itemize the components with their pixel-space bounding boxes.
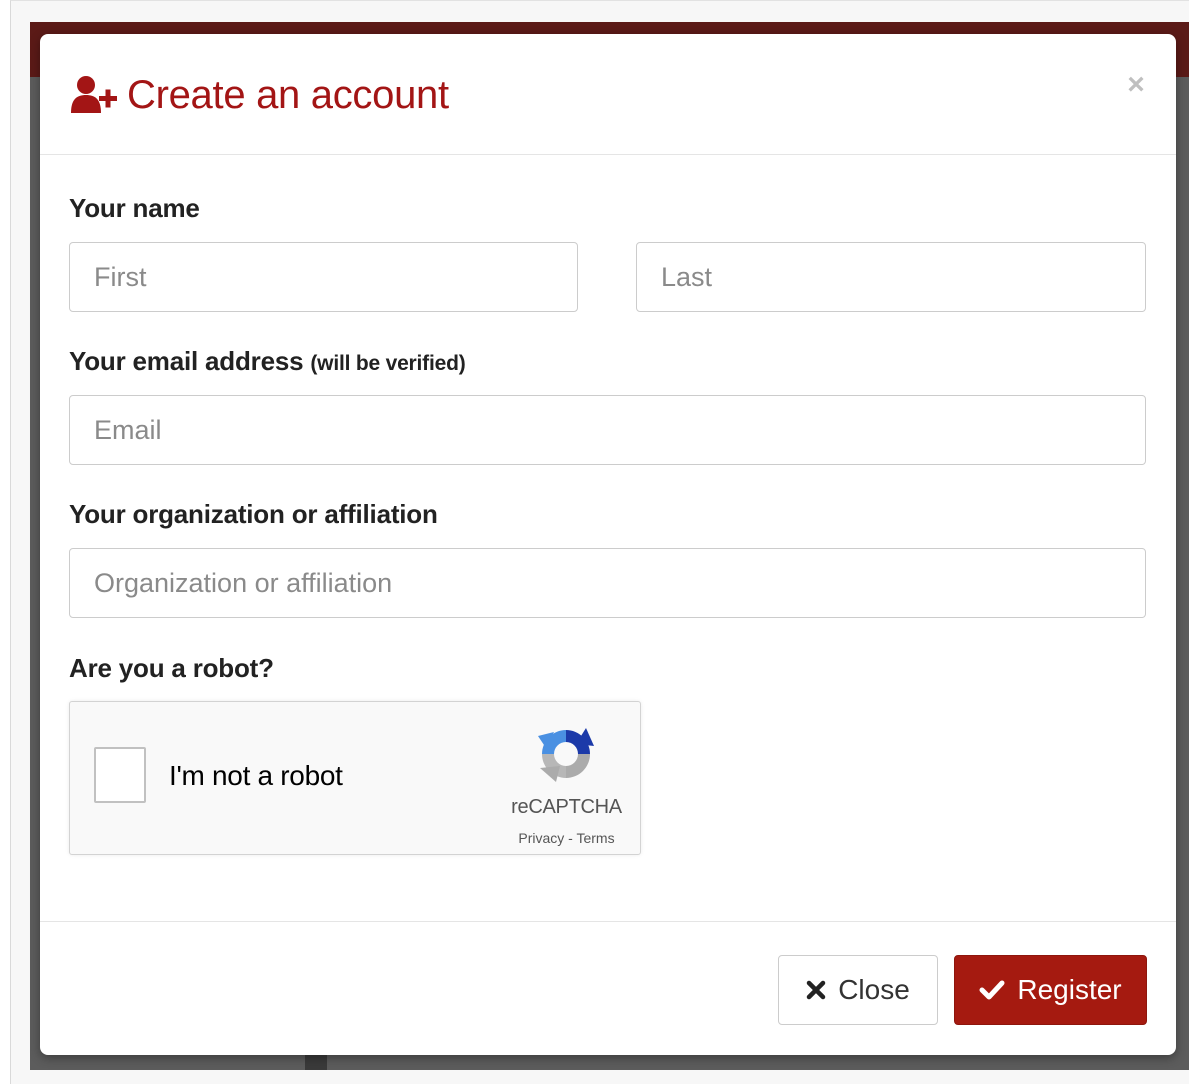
close-button-label: Close <box>838 974 910 1005</box>
close-button[interactable]: Close <box>778 955 938 1025</box>
close-icon[interactable]: × <box>1126 70 1146 100</box>
recaptcha-links-separator: - <box>564 830 577 846</box>
email-input[interactable] <box>69 395 1146 465</box>
email-verified-note: (will be verified) <box>310 352 466 375</box>
recaptcha-checkbox-label: I'm not a robot <box>169 760 343 791</box>
create-account-modal: Create an account × Your name Your email… <box>40 34 1176 1055</box>
organization-label: Your organization or affiliation <box>69 499 438 529</box>
first-name-input[interactable] <box>69 242 578 312</box>
times-icon <box>806 980 826 1000</box>
recaptcha-terms-link[interactable]: Terms <box>576 830 614 846</box>
name-label: Your name <box>69 193 200 223</box>
recaptcha-logo-icon <box>538 728 594 782</box>
email-label: Your email address (will be verified) <box>69 346 466 377</box>
email-label-text: Your email address <box>69 346 304 376</box>
organization-input[interactable] <box>69 548 1146 618</box>
recaptcha-privacy-link[interactable]: Privacy <box>518 830 564 846</box>
register-button[interactable]: Register <box>954 955 1147 1025</box>
modal-title: Create an account <box>127 73 449 117</box>
register-button-label: Register <box>1017 974 1122 1005</box>
recaptcha-checkbox[interactable] <box>94 747 146 803</box>
last-name-input[interactable] <box>636 242 1146 312</box>
recaptcha-widget: I'm not a robot reCAPTCHA Privacy - Term… <box>69 701 641 855</box>
modal-title-group: Create an account <box>71 72 449 118</box>
modal-header: Create an account × <box>40 34 1176 155</box>
user-plus-icon <box>71 76 117 113</box>
recaptcha-brand: reCAPTCHA <box>511 796 622 818</box>
recaptcha-links: Privacy - Terms <box>494 830 639 846</box>
check-icon <box>979 980 1005 1000</box>
modal-footer: Close Register <box>40 921 1176 1055</box>
robot-label: Are you a robot? <box>69 653 274 683</box>
